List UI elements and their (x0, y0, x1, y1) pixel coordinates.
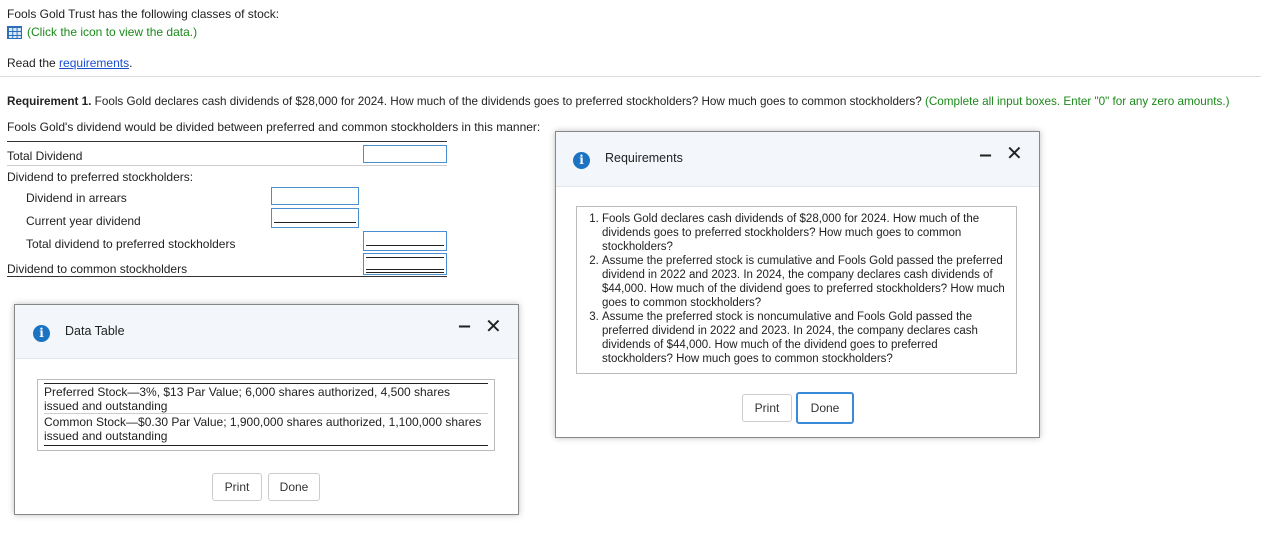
preferred-header: Dividend to preferred stockholders: (7, 170, 194, 184)
table-bottom-rule (7, 276, 447, 277)
done-button[interactable]: Done (268, 473, 320, 501)
close-icon[interactable]: ✕ (1006, 141, 1023, 166)
total-preferred-label: Total dividend to preferred stockholders (26, 237, 236, 251)
requirement-text: Fools Gold declares cash dividends of $2… (91, 95, 922, 108)
total-dividend-input[interactable] (363, 145, 447, 163)
info-icon: i (573, 152, 590, 169)
table-top-rule (7, 141, 447, 142)
requirement-line: Requirement 1. Fools Gold declares cash … (7, 95, 1229, 108)
data-table-window: i Data Table ‒ ✕ Preferred Stock—3%, $13… (14, 304, 519, 515)
common-input[interactable] (363, 253, 447, 275)
data-link-row[interactable]: (Click the icon to view the data.) (7, 25, 197, 39)
requirement-item-1: Fools Gold declares cash dividends of $2… (602, 212, 1010, 254)
requirements-window: i Requirements ‒ ✕ Fools Gold declares c… (555, 131, 1040, 438)
minimize-icon[interactable]: ‒ (459, 315, 470, 338)
requirements-link[interactable]: requirements (59, 56, 129, 70)
total-preferred-input[interactable] (363, 231, 447, 251)
done-button[interactable]: Done (796, 392, 854, 424)
divider (0, 76, 1261, 77)
print-button[interactable]: Print (742, 394, 792, 422)
requirement-item-2: Assume the preferred stock is cumulative… (602, 254, 1010, 310)
read-prefix: Read the (7, 56, 60, 70)
view-data-link[interactable]: (Click the icon to view the data.) (27, 25, 197, 39)
requirements-list: Fools Gold declares cash dividends of $2… (582, 212, 1010, 366)
common-label: Dividend to common stockholders (7, 262, 188, 276)
requirements-title: Requirements (605, 151, 683, 165)
table-grid-icon[interactable] (7, 25, 22, 39)
current-year-label: Current year dividend (26, 214, 141, 228)
requirement-hint: (Complete all input boxes. Enter "0" for… (921, 95, 1230, 108)
common-stock-row: Common Stock—$0.30 Par Value; 1,900,000 … (44, 414, 488, 446)
data-table-title: Data Table (65, 324, 125, 338)
requirement-label: Requirement 1. (7, 95, 92, 108)
read-suffix: . (129, 56, 133, 70)
current-year-input[interactable] (271, 208, 359, 228)
requirement-item-3: Assume the preferred stock is noncumulat… (602, 310, 1010, 366)
print-button[interactable]: Print (212, 473, 262, 501)
requirements-box: Fools Gold declares cash dividends of $2… (576, 206, 1017, 374)
info-icon: i (33, 325, 50, 342)
table-subtitle: Fools Gold's dividend would be divided b… (7, 120, 541, 134)
preferred-stock-row: Preferred Stock—3%, $13 Par Value; 6,000… (44, 383, 488, 414)
close-icon[interactable]: ✕ (485, 314, 502, 339)
read-requirements-line: Read the requirements. (7, 56, 132, 70)
arrears-input[interactable] (271, 187, 359, 205)
data-table-box: Preferred Stock—3%, $13 Par Value; 6,000… (37, 379, 495, 451)
minimize-icon[interactable]: ‒ (980, 144, 991, 167)
intro-text: Fools Gold Trust has the following class… (7, 7, 280, 21)
arrears-label: Dividend in arrears (26, 191, 127, 205)
row-divider (7, 165, 447, 166)
total-dividend-label: Total Dividend (7, 149, 83, 163)
